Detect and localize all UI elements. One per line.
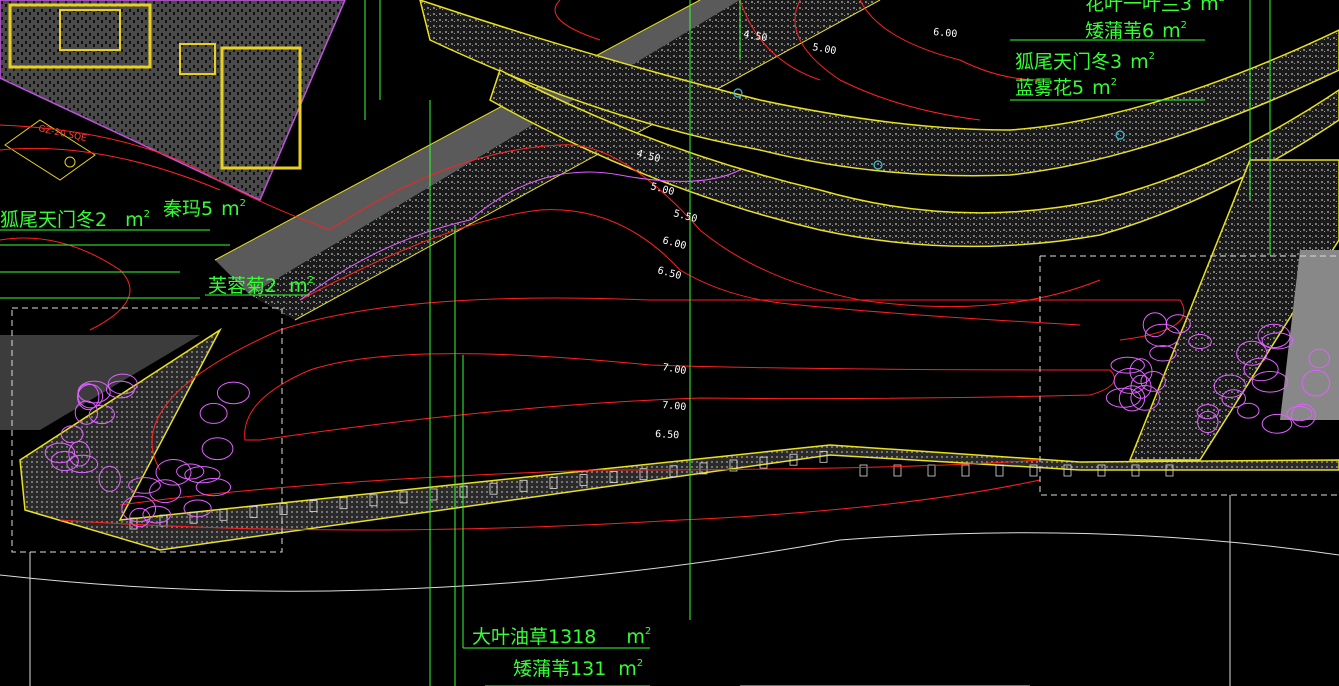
svg-text:大叶油草1318m2: 大叶油草1318 m2 [472, 626, 651, 648]
utility-tag: GZ-20 SQE [37, 124, 87, 144]
planting-label-p6: 秦玛5 m2 [163, 198, 246, 220]
shrub-outline [201, 437, 234, 461]
elevation-label: 5.50 [672, 208, 698, 225]
planting-label-p8: 大叶油草1318 m2 [472, 626, 651, 648]
paver-block [859, 464, 868, 477]
elevation-label: 6.00 [933, 27, 958, 40]
paver-block [927, 464, 936, 477]
svg-text:狐尾天门冬3m2: 狐尾天门冬3 m2 [1015, 51, 1155, 73]
planting-label-p9: 矮蒲苇131 m2 [513, 658, 643, 680]
planting-label-p7: 芙蓉菊2 m2 [208, 275, 314, 297]
planting-label-p3: 狐尾天门冬3 m2 [1015, 51, 1155, 73]
svg-text:矮蒲苇131m2: 矮蒲苇131 m2 [513, 658, 643, 680]
svg-text:花叶一叶兰3m2: 花叶一叶兰3m2 [1085, 0, 1225, 15]
paver-block [961, 464, 970, 477]
elevation-label: 6.50 [655, 429, 680, 441]
shrub-outline [1261, 413, 1293, 434]
svg-text:矮蒲苇6m2: 矮蒲苇6 m2 [1085, 20, 1187, 42]
shrub-outline [1105, 387, 1142, 408]
planting-label-p5: 狐尾天门冬2 m2 [0, 209, 150, 231]
svg-text:芙蓉菊2m2: 芙蓉菊2 m2 [208, 275, 314, 297]
elevation-label: 5.00 [811, 42, 837, 57]
shrub-outline [216, 381, 250, 405]
elevation-label: 7.00 [662, 400, 687, 413]
shrub-outline [1251, 371, 1289, 393]
planting-label-p4: 蓝雾花5 m2 [1015, 77, 1117, 99]
shrub-outline [1237, 402, 1260, 419]
shrub-outline [199, 402, 228, 424]
planting-label-p2: 矮蒲苇6 m2 [1085, 20, 1187, 42]
elevation-label: 7.00 [661, 362, 687, 377]
svg-text:秦玛5m2: 秦玛5 m2 [163, 198, 246, 220]
svg-text:狐尾天门冬2m2: 狐尾天门冬2 m2 [0, 209, 150, 231]
svg-text:蓝雾花5m2: 蓝雾花5 m2 [1015, 77, 1117, 99]
elevation-label: 6.00 [661, 235, 687, 252]
paver-block [995, 464, 1004, 477]
planting-label-p1: 花叶一叶兰3m2 [1085, 0, 1225, 15]
building-block [0, 0, 346, 202]
cad-landscape-drawing: GZ-20 SQE 4.50 5.00 6.00 4.50 5.00 5.50 … [0, 0, 1339, 686]
